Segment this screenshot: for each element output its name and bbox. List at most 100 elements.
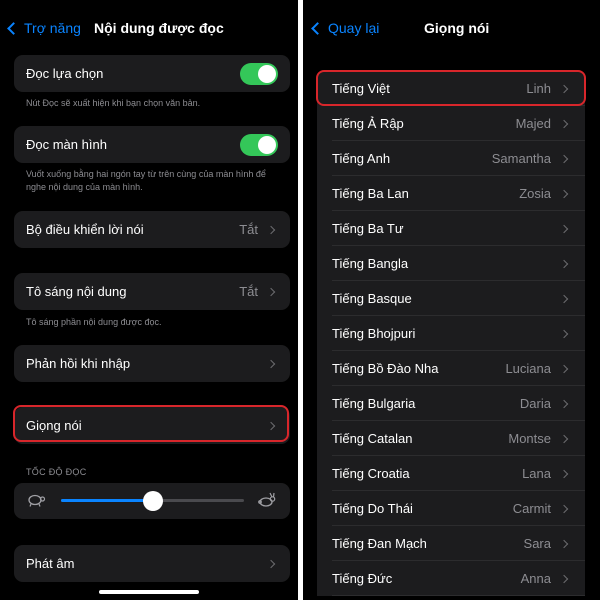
turtle-icon (28, 494, 46, 507)
voices-label: Giọng nói (26, 418, 82, 433)
language-label: Tiếng Ba Lan (332, 186, 409, 201)
language-row[interactable]: Tiếng Ba Lan Zosia (317, 176, 585, 211)
speak-selection-group: Đọc lựa chọn (14, 55, 290, 92)
chevron-right-icon (559, 399, 569, 408)
language-label: Tiếng Croatia (332, 466, 410, 481)
speak-screen-note: Vuốt xuống bằng hai ngón tay từ trên cùn… (26, 169, 266, 192)
chevron-right-icon (266, 421, 276, 430)
chevron-right-icon (559, 154, 569, 163)
language-row[interactable]: Tiếng Việt Linh (317, 71, 585, 106)
chevron-right-icon (559, 539, 569, 548)
chevron-right-icon (266, 359, 276, 368)
chevron-right-icon (559, 364, 569, 373)
speech-controller-label: Bộ điều khiển lời nói (26, 222, 144, 237)
home-indicator (99, 590, 199, 594)
language-label: Tiếng Ba Tư (332, 221, 404, 236)
language-label: Tiếng Bulgaria (332, 396, 416, 411)
voice-name: Montse (508, 431, 551, 446)
chevron-right-icon (559, 224, 569, 233)
language-row[interactable]: Tiếng Do Thái Carmit (317, 491, 585, 526)
pronunciations-row[interactable]: Phát âm (14, 545, 290, 582)
speech-controller-row[interactable]: Bộ điều khiển lời nói Tắt (14, 211, 290, 248)
speaking-rate-slider[interactable] (61, 491, 244, 511)
language-label: Tiếng Đan Mạch (332, 536, 427, 551)
chevron-right-icon (559, 189, 569, 198)
chevron-left-icon (311, 22, 324, 35)
speak-screen-row: Đọc màn hình (14, 126, 290, 163)
back-label: Quay lại (328, 20, 380, 36)
speak-selection-row: Đọc lựa chọn (14, 55, 290, 92)
language-row[interactable]: Tiếng Ba Tư (317, 211, 585, 246)
navigation-bar: Trợ năng Nội dung được đọc (0, 0, 298, 56)
chevron-right-icon (559, 469, 569, 478)
toggle-knob (258, 64, 276, 83)
chevron-right-icon (266, 225, 276, 234)
speaking-rate-group (14, 483, 290, 519)
chevron-right-icon (559, 434, 569, 443)
speak-selection-label: Đọc lựa chọn (26, 66, 104, 81)
voice-name: Linh (526, 81, 551, 96)
language-label: Tiếng Do Thái (332, 501, 413, 516)
chevron-right-icon (559, 259, 569, 268)
speaking-rate-header: TỐC ĐỘ ĐỌC (26, 467, 87, 477)
chevron-right-icon (266, 559, 276, 568)
pronunciations-group: Phát âm (14, 545, 290, 582)
speech-controller-value: Tắt (239, 222, 258, 237)
speak-screen-label: Đọc màn hình (26, 137, 107, 152)
speak-screen-toggle[interactable] (240, 133, 278, 156)
language-label: Tiếng Đức (332, 571, 393, 586)
chevron-right-icon (559, 294, 569, 303)
language-label: Tiếng Catalan (332, 431, 413, 446)
back-button[interactable]: Quay lại (311, 20, 380, 36)
language-row[interactable]: Tiếng Bulgaria Daria (317, 386, 585, 421)
language-row[interactable]: Tiếng Bồ Đào Nha Luciana (317, 351, 585, 386)
speak-screen-group: Đọc màn hình (14, 126, 290, 163)
highlight-content-row[interactable]: Tô sáng nội dung Tắt (14, 273, 290, 310)
slider-thumb[interactable] (142, 491, 163, 511)
language-row[interactable]: Tiếng Anh Samantha (317, 141, 585, 176)
chevron-right-icon (559, 119, 569, 128)
language-row[interactable]: Tiếng Đức Anna (317, 561, 585, 596)
back-button[interactable]: Trợ năng (7, 20, 81, 36)
back-label: Trợ năng (24, 20, 81, 36)
typing-feedback-row[interactable]: Phản hồi khi nhập (14, 345, 290, 382)
voice-name: Zosia (519, 186, 551, 201)
speech-controller-group: Bộ điều khiển lời nói Tắt (14, 211, 290, 248)
language-row[interactable]: Tiếng Croatia Lana (317, 456, 585, 491)
page-title: Nội dung được đọc (94, 20, 224, 36)
language-label: Tiếng Ả Rập (332, 116, 404, 131)
language-label: Tiếng Bồ Đào Nha (332, 361, 439, 376)
chevron-right-icon (559, 574, 569, 583)
voices-row[interactable]: Giọng nói (14, 407, 290, 444)
voice-name: Carmit (512, 501, 551, 516)
language-row[interactable]: Tiếng Ả Rập Majed (317, 106, 585, 141)
chevron-right-icon (559, 504, 569, 513)
language-label: Tiếng Việt (332, 81, 390, 96)
language-row[interactable]: Tiếng Catalan Montse (317, 421, 585, 456)
voice-name: Majed (515, 116, 551, 131)
language-label: Tiếng Bhojpuri (332, 326, 416, 341)
voice-name: Samantha (491, 151, 551, 166)
typing-feedback-label: Phản hồi khi nhập (26, 356, 131, 371)
chevron-right-icon (559, 329, 569, 338)
voice-name: Daria (519, 396, 551, 411)
chevron-right-icon (266, 287, 276, 296)
navigation-bar: Quay lại Giọng nói (303, 0, 600, 56)
row-separator (332, 595, 585, 596)
voice-name: Anna (520, 571, 551, 586)
language-row[interactable]: Tiếng Đan Mạch Sara (317, 526, 585, 561)
highlight-content-label: Tô sáng nội dung (26, 284, 127, 299)
language-row[interactable]: Tiếng Bhojpuri (317, 316, 585, 351)
language-label: Tiếng Bangla (332, 256, 409, 271)
speak-selection-toggle[interactable] (240, 62, 278, 85)
language-row[interactable]: Tiếng Basque (317, 281, 585, 316)
speech-settings-screen: Trợ năng Nội dung được đọc Đọc lựa chọn … (0, 0, 298, 600)
toggle-knob (258, 135, 276, 154)
voices-group: Giọng nói (14, 407, 290, 444)
typing-feedback-group: Phản hồi khi nhập (14, 345, 290, 382)
voice-name: Sara (523, 536, 551, 551)
language-label: Tiếng Basque (332, 291, 412, 306)
language-row[interactable]: Tiếng Bangla (317, 246, 585, 281)
highlight-content-group: Tô sáng nội dung Tắt (14, 273, 290, 310)
hare-icon (258, 492, 276, 507)
